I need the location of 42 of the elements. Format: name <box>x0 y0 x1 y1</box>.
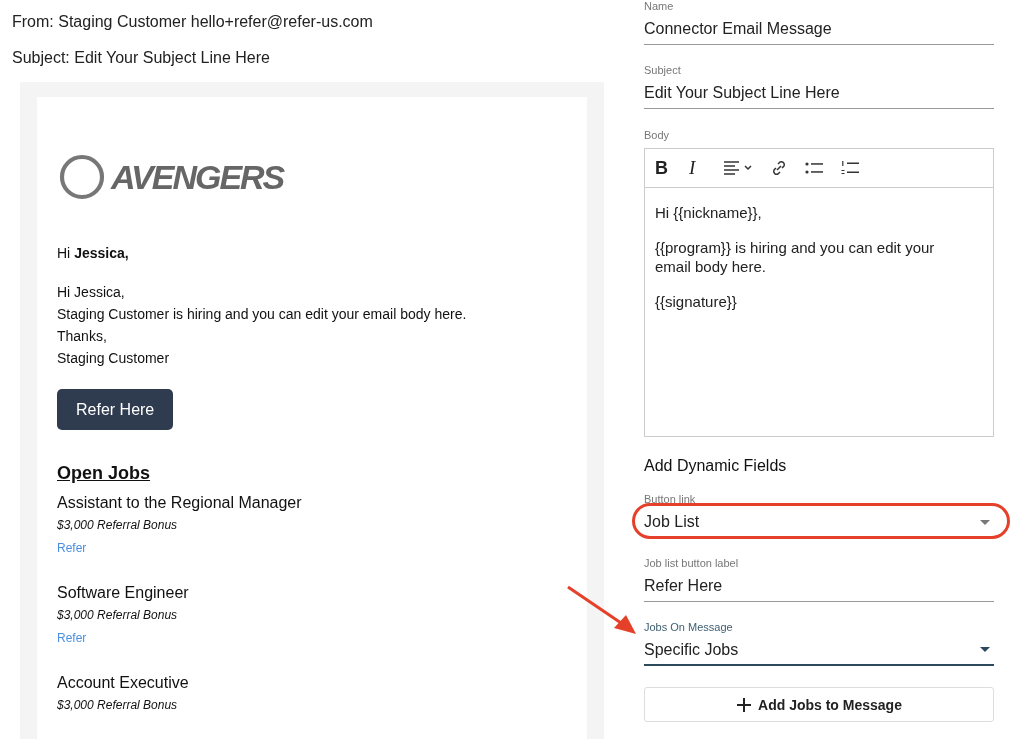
caret-icon <box>980 647 990 652</box>
body-paragraph: {{signature}} <box>655 292 738 311</box>
plus-icon <box>736 696 753 713</box>
field-label: Body <box>644 129 671 143</box>
greeting: Hi Jessica, <box>57 245 130 261</box>
field-label: Name <box>644 0 675 14</box>
refer-button[interactable]: Refer Here <box>57 389 174 430</box>
bold-button[interactable]: B <box>655 157 671 179</box>
select-field[interactable]: Specific Jobs <box>644 639 994 666</box>
bulleted-list-icon[interactable] <box>805 161 823 175</box>
job-title: Assistant to the Regional Manager <box>57 493 303 513</box>
field-label: Jobs On Message <box>644 621 734 635</box>
numbered-list-icon[interactable] <box>841 160 859 176</box>
body-line: Hi Jessica, <box>57 283 126 302</box>
align-icon[interactable] <box>723 160 753 176</box>
job-bonus: $3,000 Referral Bonus <box>57 608 179 622</box>
jobs-heading: Open Jobs <box>57 463 151 484</box>
job-bonus: $3,000 Referral Bonus <box>57 698 179 712</box>
body-paragraph: {{program}} is hiring and you can edit your email body here. <box>655 238 936 276</box>
job-bonus: $3,000 Referral Bonus <box>57 518 179 532</box>
link-icon[interactable] <box>771 160 787 176</box>
body-line: Staging Customer <box>57 349 171 368</box>
logo: AVENGERS <box>57 143 294 211</box>
body-line: Thanks, <box>57 327 108 346</box>
field-label: Subject <box>644 64 682 78</box>
italic-button[interactable]: I <box>689 157 705 179</box>
name-field[interactable]: Connector Email Message <box>644 18 994 45</box>
caret-icon <box>980 519 990 525</box>
job-title: Software Engineer <box>57 583 190 603</box>
field-label: Job list button label <box>644 557 740 571</box>
text-field[interactable]: Refer Here <box>644 575 994 602</box>
subject-field[interactable]: Edit Your Subject Line Here <box>644 82 994 109</box>
subject-line: Subject: Edit Your Subject Line Here <box>12 49 271 68</box>
field-label: Button link <box>644 493 697 507</box>
body-paragraph: Hi {{nickname}}, <box>655 203 763 222</box>
select-field[interactable]: Job List <box>644 511 994 538</box>
body-editor[interactable]: B I Hi {{nickname}}, {{program}} is hiring and you can edit your email body here. {{signature}} <box>644 148 994 437</box>
add-jobs-button[interactable]: Add Jobs to Message <box>644 687 994 722</box>
body-line: Staging Customer is hiring and you can edit your email body here. <box>57 305 468 324</box>
job-title: Account Executive <box>57 673 190 693</box>
section-heading: Add Dynamic Fields <box>644 457 788 475</box>
from-line: From: Staging Customer hello+refer@refer-us.com <box>12 13 374 32</box>
